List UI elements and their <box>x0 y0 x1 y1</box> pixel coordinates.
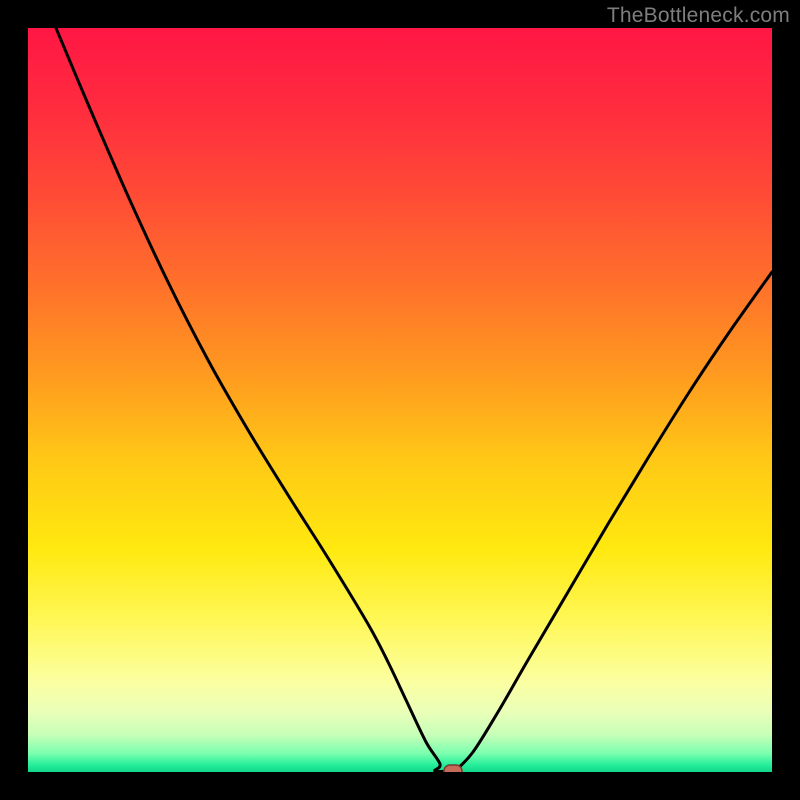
minimum-marker <box>444 765 462 772</box>
chart-frame: TheBottleneck.com <box>0 0 800 800</box>
watermark: TheBottleneck.com <box>607 4 790 28</box>
plot-area <box>28 28 772 772</box>
bottleneck-curve <box>28 28 772 772</box>
